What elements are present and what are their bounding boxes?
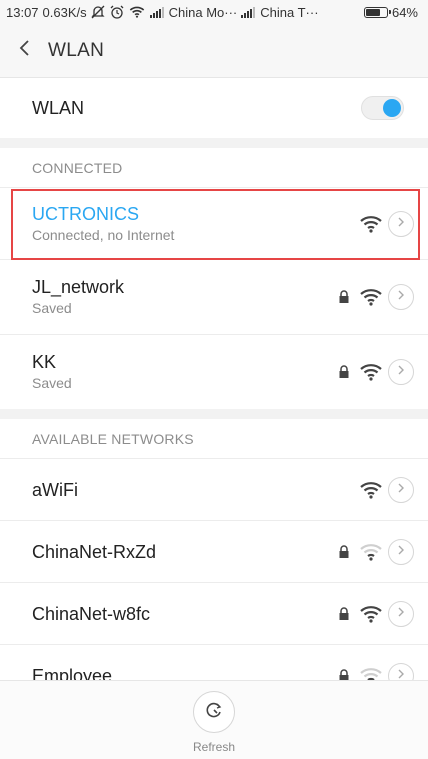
back-arrow-icon xyxy=(18,39,30,62)
wlan-toggle-row: WLAN xyxy=(0,78,428,138)
bottom-bar: Refresh xyxy=(0,680,428,759)
network-row-kk[interactable]: KK Saved xyxy=(0,335,428,409)
refresh-button[interactable] xyxy=(193,691,235,733)
network-row-jl-network[interactable]: JL_network Saved xyxy=(0,260,428,335)
refresh-label: Refresh xyxy=(192,740,236,754)
status-wifi-icon xyxy=(129,6,145,18)
chevron-right-icon xyxy=(397,288,405,306)
network-row-chinanet-w8fc[interactable]: ChinaNet-w8fc xyxy=(0,583,428,645)
status-carrier-2: China T··· xyxy=(260,4,319,20)
network-name: UCTRONICS xyxy=(32,203,139,224)
wlan-toggle-label: WLAN xyxy=(32,97,85,118)
network-details-button[interactable] xyxy=(388,210,414,237)
network-name: ChinaNet-RxZd xyxy=(32,541,157,562)
page-title: WLAN xyxy=(48,39,105,61)
section-header-connected: CONNECTED xyxy=(0,148,428,188)
chevron-right-icon xyxy=(397,363,405,381)
network-details-button[interactable] xyxy=(388,359,414,385)
signal-bars-icon xyxy=(149,6,164,18)
network-row-chinanet-rxzd[interactable]: ChinaNet-RxZd xyxy=(0,521,428,583)
lock-icon xyxy=(338,606,350,621)
status-time: 13:07 xyxy=(6,4,39,20)
section-gap xyxy=(0,409,428,419)
network-name: KK xyxy=(32,352,57,372)
chevron-right-icon xyxy=(397,481,405,499)
network-details-button[interactable] xyxy=(388,600,414,627)
network-status: Connected, no Internet xyxy=(32,226,175,243)
lock-icon xyxy=(338,365,350,379)
network-row-awifi[interactable]: aWiFi xyxy=(0,459,428,521)
wifi-signal-strong-icon xyxy=(360,605,382,623)
network-name: aWiFi xyxy=(32,479,78,500)
wlan-toggle-switch[interactable] xyxy=(361,96,404,120)
network-details-button[interactable] xyxy=(388,476,414,503)
lock-icon xyxy=(338,544,350,559)
wifi-signal-strong-icon xyxy=(360,288,382,306)
network-name: ChinaNet-w8fc xyxy=(32,603,151,624)
notification-muted-icon xyxy=(91,5,105,19)
status-carrier-1: China Mo··· xyxy=(168,4,238,20)
refresh-icon xyxy=(205,701,223,724)
section-header-available: AVAILABLE NETWORKS xyxy=(0,419,428,459)
network-details-button[interactable] xyxy=(388,284,414,310)
network-name: JL_network xyxy=(32,277,125,297)
wifi-signal-strong-icon xyxy=(360,215,382,233)
battery-icon xyxy=(363,6,391,18)
status-bar: 13:07 0.63K/s China Mo··· China T··· 64% xyxy=(0,0,428,24)
signal-bars-icon xyxy=(241,6,256,18)
battery-percent: 64% xyxy=(391,4,418,20)
lock-icon xyxy=(338,290,350,304)
network-status: Saved xyxy=(32,375,72,391)
app-header: WLAN xyxy=(0,24,428,78)
network-details-button[interactable] xyxy=(388,538,414,565)
wifi-signal-strong-icon xyxy=(360,363,382,381)
wifi-signal-weak-icon xyxy=(360,543,382,561)
chevron-right-icon xyxy=(397,605,405,623)
alarm-icon xyxy=(110,5,124,19)
network-row-uctronics[interactable]: UCTRONICS Connected, no Internet xyxy=(0,188,428,260)
chevron-right-icon xyxy=(397,543,405,561)
section-gap xyxy=(0,138,428,148)
back-button[interactable] xyxy=(0,24,48,78)
toggle-knob xyxy=(383,99,401,117)
status-net-speed: 0.63K/s xyxy=(42,4,87,20)
wifi-signal-strong-icon xyxy=(360,481,382,499)
chevron-right-icon xyxy=(397,215,405,233)
network-status: Saved xyxy=(32,300,72,316)
